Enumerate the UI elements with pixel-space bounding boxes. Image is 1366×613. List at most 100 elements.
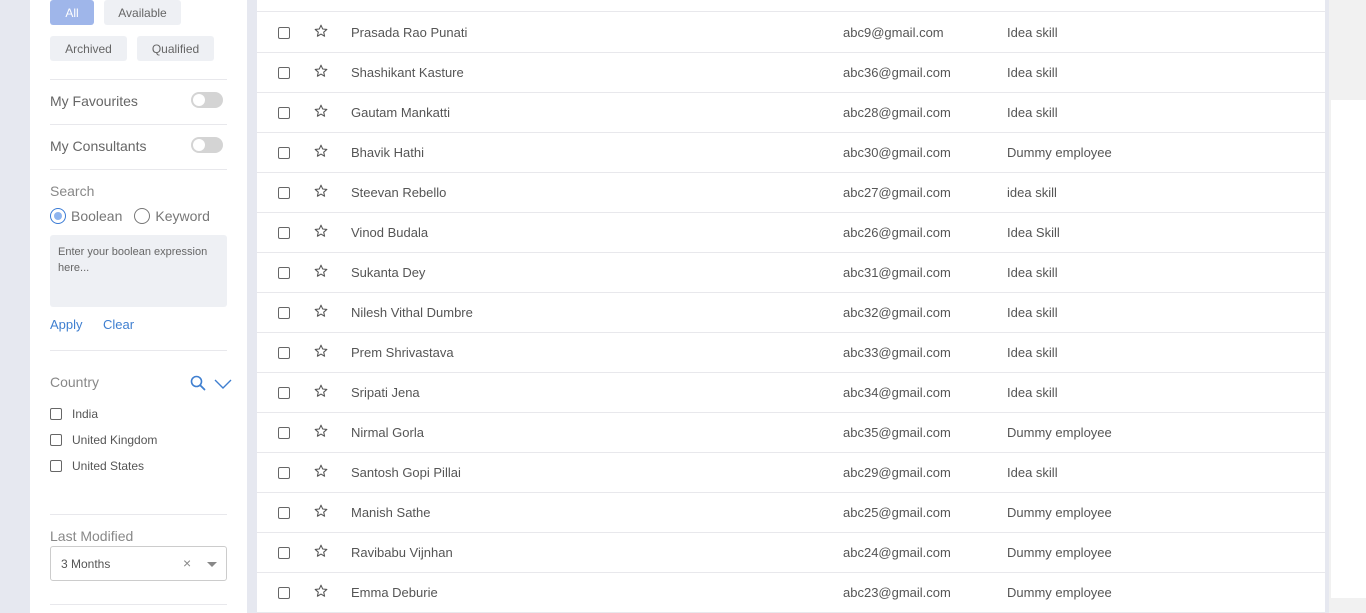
- star-icon[interactable]: [314, 464, 328, 481]
- my-favourites-toggle[interactable]: [191, 92, 223, 108]
- table-row[interactable]: Vinod Budala abc26@gmail.com Idea Skill: [257, 213, 1325, 253]
- table-row[interactable]: Prem Shrivastava abc33@gmail.com Idea skil…: [257, 333, 1325, 373]
- consultant-name[interactable]: Prasada Rao Punati: [351, 25, 467, 40]
- radio-boolean[interactable]: Boolean: [50, 208, 122, 224]
- row-checkbox[interactable]: [278, 27, 290, 39]
- boolean-expression-input[interactable]: [50, 235, 227, 307]
- row-checkbox[interactable]: [278, 227, 290, 239]
- pill-archived[interactable]: Archived: [50, 36, 127, 61]
- star-icon[interactable]: [314, 104, 328, 121]
- country-title: Country: [50, 374, 100, 390]
- table-row[interactable]: Shashikant Kasture abc36@gmail.com Idea sk…: [257, 53, 1325, 93]
- star-icon[interactable]: [314, 304, 328, 321]
- consultant-skill: Dummy employee: [1007, 545, 1112, 560]
- consultant-name[interactable]: Steevan Rebello: [351, 185, 446, 200]
- table-row[interactable]: Steevan Rebello abc27@gmail.com idea skill: [257, 173, 1325, 213]
- row-checkbox[interactable]: [278, 307, 290, 319]
- table-row[interactable]: Nilesh Vithal Dumbre abc32@gmail.com Idea …: [257, 293, 1325, 333]
- star-icon[interactable]: [314, 264, 328, 281]
- scrollbar-thumb[interactable]: [1331, 100, 1366, 598]
- country-option-united-states[interactable]: United States: [50, 459, 144, 473]
- table-row[interactable]: Nirmal Gorla abc35@gmail.com Dummy employe…: [257, 413, 1325, 453]
- consultant-name[interactable]: Nilesh Vithal Dumbre: [351, 305, 473, 320]
- divider: [50, 124, 227, 125]
- table-row[interactable]: Prasada Rao Punati abc9@gmail.com Idea ski…: [257, 13, 1325, 53]
- table-row[interactable]: Emma Deburie abc23@gmail.com Dummy employe…: [257, 573, 1325, 613]
- row-checkbox[interactable]: [278, 507, 290, 519]
- star-icon[interactable]: [314, 344, 328, 361]
- radio-boolean-circle[interactable]: [50, 208, 66, 224]
- row-checkbox[interactable]: [278, 427, 290, 439]
- apply-button[interactable]: Apply: [50, 317, 83, 332]
- consultant-skill: Dummy employee: [1007, 145, 1112, 160]
- country-option-india[interactable]: India: [50, 407, 98, 421]
- clear-button[interactable]: Clear: [103, 317, 134, 332]
- consultant-email: abc29@gmail.com: [843, 465, 951, 480]
- star-icon[interactable]: [314, 424, 328, 441]
- consultant-email: abc9@gmail.com: [843, 25, 944, 40]
- star-icon[interactable]: [314, 584, 328, 601]
- divider: [50, 350, 227, 351]
- star-icon[interactable]: [314, 184, 328, 201]
- consultant-name[interactable]: Gautam Mankatti: [351, 105, 450, 120]
- pill-qualified[interactable]: Qualified: [137, 36, 214, 61]
- checkbox[interactable]: [50, 408, 62, 420]
- caret-down-icon[interactable]: [207, 562, 217, 567]
- checkbox[interactable]: [50, 434, 62, 446]
- consultant-skill: Dummy employee: [1007, 505, 1112, 520]
- row-checkbox[interactable]: [278, 467, 290, 479]
- clear-icon[interactable]: ×: [183, 555, 191, 571]
- star-icon[interactable]: [314, 224, 328, 241]
- chevron-down-icon[interactable]: [214, 377, 232, 395]
- radio-keyword[interactable]: Keyword: [134, 208, 210, 224]
- star-icon[interactable]: [314, 384, 328, 401]
- consultant-name[interactable]: Prem Shrivastava: [351, 345, 454, 360]
- consultant-skill: Idea skill: [1007, 305, 1058, 320]
- row-checkbox[interactable]: [278, 347, 290, 359]
- row-checkbox[interactable]: [278, 267, 290, 279]
- consultants-table: Prasada Rao Punati abc9@gmail.com Idea ski…: [257, 0, 1325, 613]
- consultant-name[interactable]: Manish Sathe: [351, 505, 431, 520]
- star-icon[interactable]: [314, 544, 328, 561]
- consultant-name[interactable]: Bhavik Hathi: [351, 145, 424, 160]
- table-row[interactable]: Sripati Jena abc34@gmail.com Idea skill: [257, 373, 1325, 413]
- search-mode-radio-group: Boolean Keyword: [50, 208, 210, 224]
- table-row[interactable]: Manish Sathe abc25@gmail.com Dummy employe…: [257, 493, 1325, 533]
- pill-all[interactable]: All: [50, 0, 94, 25]
- pill-available[interactable]: Available: [104, 0, 181, 25]
- consultant-name[interactable]: Santosh Gopi Pillai: [351, 465, 461, 480]
- star-icon[interactable]: [314, 64, 328, 81]
- search-icon[interactable]: [190, 375, 206, 396]
- table-row[interactable]: Ravibabu Vijnhan abc24@gmail.com Dummy emp…: [257, 533, 1325, 573]
- checkbox[interactable]: [50, 460, 62, 472]
- consultant-name[interactable]: Nirmal Gorla: [351, 425, 424, 440]
- star-icon[interactable]: [314, 144, 328, 161]
- row-checkbox[interactable]: [278, 387, 290, 399]
- last-modified-select[interactable]: 3 Months ×: [50, 546, 227, 581]
- table-row[interactable]: Bhavik Hathi abc30@gmail.com Dummy employe…: [257, 133, 1325, 173]
- row-checkbox[interactable]: [278, 587, 290, 599]
- table-row[interactable]: Gautam Mankatti abc28@gmail.com Idea skill: [257, 93, 1325, 133]
- radio-keyword-circle[interactable]: [134, 208, 151, 224]
- row-checkbox[interactable]: [278, 187, 290, 199]
- consultant-name[interactable]: Sukanta Dey: [351, 265, 425, 280]
- consultant-name[interactable]: Vinod Budala: [351, 225, 428, 240]
- country-option-label: United Kingdom: [72, 433, 158, 447]
- consultant-name[interactable]: Sripati Jena: [351, 385, 420, 400]
- consultant-name[interactable]: Shashikant Kasture: [351, 65, 464, 80]
- row-checkbox[interactable]: [278, 547, 290, 559]
- consultant-name[interactable]: Emma Deburie: [351, 585, 438, 600]
- consultant-name[interactable]: Ravibabu Vijnhan: [351, 545, 453, 560]
- my-consultants-toggle[interactable]: [191, 137, 223, 153]
- row-checkbox[interactable]: [278, 67, 290, 79]
- consultant-email: abc30@gmail.com: [843, 145, 951, 160]
- toggle-knob: [193, 94, 205, 106]
- table-row[interactable]: Santosh Gopi Pillai abc29@gmail.com Idea s…: [257, 453, 1325, 493]
- star-icon[interactable]: [314, 24, 328, 41]
- country-option-united-kingdom[interactable]: United Kingdom: [50, 433, 157, 447]
- row-checkbox[interactable]: [278, 147, 290, 159]
- table-row[interactable]: Sukanta Dey abc31@gmail.com Idea skill: [257, 253, 1325, 293]
- star-icon[interactable]: [314, 504, 328, 521]
- divider: [50, 169, 227, 170]
- row-checkbox[interactable]: [278, 107, 290, 119]
